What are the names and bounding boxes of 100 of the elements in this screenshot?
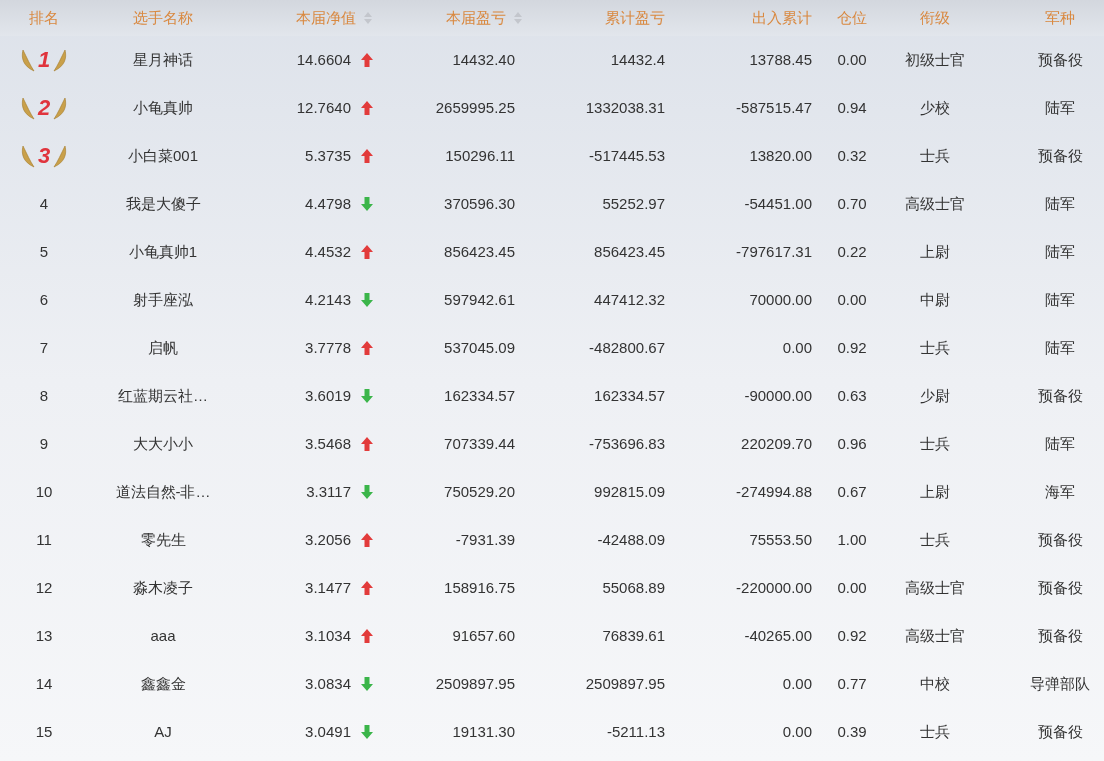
- rank-number: 4: [39, 193, 49, 214]
- grade-value: 高级士官: [904, 193, 965, 214]
- position-value: 0.70: [837, 193, 867, 214]
- cumulative-value: 55068.89: [602, 577, 665, 598]
- in-out-value: -797617.31: [736, 241, 812, 262]
- cumulative-value: -42488.09: [597, 529, 665, 550]
- net-value: 3.1034: [305, 625, 351, 646]
- rank-number: 12: [35, 577, 53, 598]
- net-value: 4.4798: [305, 193, 351, 214]
- position-value: 0.63: [837, 385, 867, 406]
- profit-value: 856423.45: [444, 241, 515, 262]
- grade-value: 少校: [919, 97, 950, 118]
- profit-value: 2509897.95: [435, 673, 515, 694]
- in-out-value: -220000.00: [736, 577, 812, 598]
- service-value: 陆军: [1045, 241, 1075, 262]
- profit-value: 2659995.25: [435, 97, 515, 118]
- position-value: 0.92: [837, 337, 867, 358]
- player-name: 我是大傻子: [125, 193, 201, 214]
- profit-value: 597942.61: [444, 289, 515, 310]
- position-value: 1.00: [837, 529, 867, 550]
- column-header[interactable]: 本届净值: [296, 6, 356, 30]
- column-header: 衔级: [919, 7, 950, 28]
- profit-value: -7931.39: [455, 529, 515, 550]
- position-value: 0.39: [837, 721, 867, 742]
- cumulative-value: 76839.61: [602, 625, 665, 646]
- cumulative-value: 14432.4: [610, 49, 665, 70]
- service-value: 陆军: [1045, 337, 1075, 358]
- laurel-icon: [52, 96, 69, 120]
- rank-number: 6: [39, 289, 49, 310]
- position-value: 0.96: [837, 433, 867, 454]
- cumulative-value: -482800.67: [589, 337, 665, 358]
- column-header: 出入累计: [752, 7, 812, 28]
- player-name: AJ: [154, 721, 172, 742]
- rank-medal: 1: [19, 48, 69, 72]
- rank-number: 11: [36, 529, 52, 550]
- cumulative-value: 856423.45: [594, 241, 665, 262]
- sort-icon[interactable]: [364, 12, 372, 24]
- player-name: 启帆: [148, 337, 178, 358]
- position-value: 0.22: [837, 241, 867, 262]
- grade-value: 上尉: [919, 481, 950, 502]
- in-out-value: -40265.00: [744, 625, 812, 646]
- player-name: 射手座泓: [133, 289, 193, 310]
- player-name: 星月神话: [133, 49, 193, 70]
- net-value: 3.2056: [305, 529, 351, 550]
- column-header: 排名: [29, 7, 59, 28]
- rank-number: 9: [39, 433, 49, 454]
- in-out-value: -587515.47: [736, 97, 812, 118]
- grade-value: 中尉: [919, 289, 950, 310]
- grade-value: 高级士官: [904, 577, 965, 598]
- grade-value: 高级士官: [904, 625, 965, 646]
- grade-value: 少尉: [919, 385, 950, 406]
- grade-value: 士兵: [919, 433, 950, 454]
- cumulative-value: 55252.97: [602, 193, 665, 214]
- column-header: 仓位: [837, 7, 867, 28]
- position-value: 0.00: [837, 577, 867, 598]
- position-value: 0.94: [837, 97, 867, 118]
- service-value: 预备役: [1037, 721, 1083, 742]
- service-value: 陆军: [1045, 193, 1075, 214]
- net-value: 3.5468: [305, 433, 351, 454]
- rank-number: 13: [35, 625, 53, 646]
- position-value: 0.32: [837, 145, 867, 166]
- rank-number: 7: [39, 337, 49, 358]
- laurel-icon: [52, 48, 69, 72]
- grade-value: 中校: [919, 673, 950, 694]
- rank-number: 5: [39, 241, 49, 262]
- cumulative-value: 162334.57: [594, 385, 665, 406]
- in-out-value: 13788.45: [749, 49, 812, 70]
- service-value: 预备役: [1037, 529, 1083, 550]
- in-out-value: 70000.00: [749, 289, 812, 310]
- in-out-value: 75553.50: [749, 529, 812, 550]
- player-name: 大大小小: [133, 433, 193, 454]
- sort-icon[interactable]: [514, 12, 522, 24]
- position-value: 0.00: [837, 289, 867, 310]
- net-value: 3.7778: [305, 337, 351, 358]
- rank-number: 8: [39, 385, 49, 406]
- net-value: 12.7640: [296, 97, 351, 118]
- cumulative-value: 992815.09: [594, 481, 665, 502]
- profit-value: 91657.60: [452, 625, 515, 646]
- laurel-icon: [19, 144, 36, 168]
- player-name: 红蓝期云社…: [118, 385, 208, 406]
- player-name: 淼木凌子: [133, 577, 193, 598]
- position-value: 0.00: [837, 49, 867, 70]
- service-value: 陆军: [1045, 97, 1075, 118]
- grade-value: 初级士官: [904, 49, 965, 70]
- laurel-icon: [19, 48, 36, 72]
- cumulative-value: 2509897.95: [585, 673, 665, 694]
- player-name: 零先生: [140, 529, 186, 550]
- profit-value: 162334.57: [444, 385, 515, 406]
- player-name: 道法自然-非…: [115, 481, 211, 502]
- column-header: 选手名称: [133, 7, 193, 28]
- cumulative-value: 447412.32: [594, 289, 665, 310]
- rank-medal: 2: [19, 96, 69, 120]
- column-header[interactable]: 本届盈亏: [446, 6, 506, 30]
- cumulative-value: -5211.13: [606, 721, 665, 742]
- net-value: 3.0491: [305, 721, 351, 742]
- in-out-value: 0.00: [782, 721, 812, 742]
- rank-number: 15: [35, 721, 53, 742]
- position-value: 0.92: [837, 625, 867, 646]
- grade-value: 士兵: [919, 529, 950, 550]
- service-value: 陆军: [1045, 289, 1075, 310]
